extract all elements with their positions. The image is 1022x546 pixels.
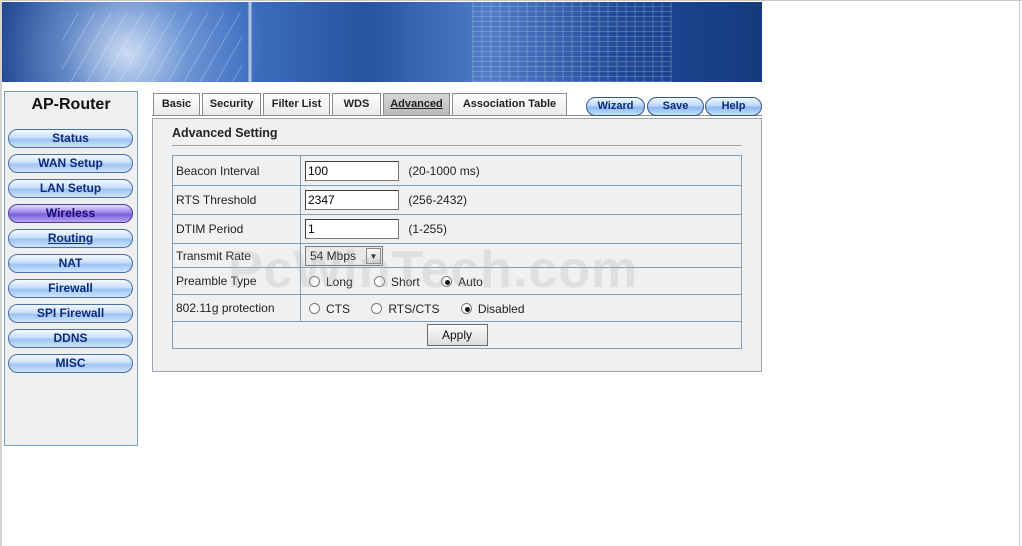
preamble-short-radio[interactable] bbox=[374, 276, 386, 288]
protection-radio-group: CTS RTS/CTS Disabled bbox=[305, 301, 539, 316]
chevron-down-icon[interactable]: ▼ bbox=[366, 247, 381, 264]
dtim-row: DTIM Period (1-255) bbox=[172, 214, 742, 244]
dtim-period-range: (1-255) bbox=[408, 222, 448, 236]
tab-basic[interactable]: Basic bbox=[153, 93, 200, 115]
rts-row: RTS Threshold (256-2432) bbox=[172, 185, 742, 215]
dtim-period-input[interactable] bbox=[305, 219, 399, 239]
protection-cell: CTS RTS/CTS Disabled bbox=[300, 294, 742, 322]
preamble-type-cell: Long Short Auto bbox=[300, 267, 742, 295]
tab-filter-list[interactable]: Filter List bbox=[263, 93, 330, 115]
settings-table: Beacon Interval (20-1000 ms) RTS Thresho… bbox=[172, 155, 742, 349]
sidebar-item-wireless[interactable]: Wireless bbox=[8, 204, 133, 223]
right-border bbox=[1019, 0, 1020, 546]
rts-threshold-input[interactable] bbox=[305, 190, 399, 210]
sidebar-item-misc[interactable]: MISC bbox=[8, 354, 133, 373]
protection-rts-cts-label: RTS/CTS bbox=[388, 301, 440, 316]
rts-threshold-range: (256-2432) bbox=[408, 193, 468, 207]
preamble-type-label: Preamble Type bbox=[172, 267, 301, 295]
protection-disabled-radio[interactable] bbox=[460, 303, 472, 315]
settings-panel: Advanced Setting Beacon Interval (20-100… bbox=[152, 118, 762, 372]
beacon-row: Beacon Interval (20-1000 ms) bbox=[172, 155, 742, 186]
beacon-interval-range: (20-1000 ms) bbox=[408, 163, 480, 178]
dtim-period-label: DTIM Period bbox=[172, 214, 301, 244]
help-button[interactable]: Help bbox=[705, 97, 762, 116]
rts-threshold-cell: (256-2432) bbox=[300, 185, 742, 215]
header-banner bbox=[2, 2, 762, 82]
save-button[interactable]: Save bbox=[647, 97, 704, 116]
banner-lines bbox=[62, 12, 242, 82]
protection-rts-cts-radio[interactable] bbox=[371, 303, 383, 315]
beacon-interval-label: Beacon Interval bbox=[172, 155, 301, 186]
preamble-auto-radio[interactable] bbox=[441, 276, 453, 288]
tab-wds[interactable]: WDS bbox=[332, 93, 381, 115]
banner-grid bbox=[472, 2, 672, 82]
section-divider bbox=[172, 145, 742, 146]
preamble-long-radio[interactable] bbox=[309, 276, 320, 288]
top-border bbox=[0, 0, 1022, 1]
rts-threshold-label: RTS Threshold bbox=[172, 185, 301, 215]
sidebar-item-nat[interactable]: NAT bbox=[8, 254, 133, 273]
transmit-rate-label: Transmit Rate bbox=[172, 243, 301, 268]
sidebar-item-firewall[interactable]: Firewall bbox=[8, 279, 133, 298]
rate-row: Transmit Rate 54 Mbps ▼ bbox=[172, 243, 742, 268]
sidebar-item-wan-setup[interactable]: WAN Setup bbox=[8, 154, 133, 173]
preamble-radio-group: Long Short Auto bbox=[305, 274, 497, 289]
brand-title: AP-Router bbox=[31, 96, 111, 113]
apply-button[interactable]: Apply bbox=[426, 324, 488, 346]
apply-cell: Apply bbox=[172, 321, 742, 349]
section-title: Advanced Setting bbox=[172, 126, 278, 140]
tab-association-table[interactable]: Association Table bbox=[452, 93, 567, 115]
wizard-button[interactable]: Wizard bbox=[586, 97, 645, 116]
transmit-rate-select[interactable]: 54 Mbps ▼ bbox=[305, 245, 383, 266]
preamble-short-label: Short bbox=[391, 274, 420, 289]
sidebar-item-spi-firewall[interactable]: SPI Firewall bbox=[8, 304, 133, 323]
banner-light-beam bbox=[248, 2, 252, 82]
tab-advanced[interactable]: Advanced bbox=[383, 93, 450, 115]
protection-label: 802.11g protection bbox=[172, 294, 301, 322]
transmit-rate-cell: 54 Mbps ▼ bbox=[300, 243, 742, 268]
preamble-auto-label: Auto bbox=[458, 274, 483, 289]
beacon-interval-input[interactable] bbox=[305, 160, 399, 181]
preamble-long-label: Long bbox=[326, 274, 353, 289]
sidebar-item-ddns[interactable]: DDNS bbox=[8, 329, 133, 348]
sidebar-item-lan-setup[interactable]: LAN Setup bbox=[8, 179, 133, 198]
apply-row: Apply bbox=[172, 321, 742, 349]
sidebar-item-routing[interactable]: Routing bbox=[8, 229, 133, 248]
protection-disabled-label: Disabled bbox=[477, 301, 525, 316]
side-navigation: AP-Router Status WAN Setup LAN Setup Wir… bbox=[4, 91, 138, 446]
sidebar-item-status[interactable]: Status bbox=[8, 129, 133, 148]
beacon-interval-cell: (20-1000 ms) bbox=[300, 155, 742, 186]
transmit-rate-value: 54 Mbps bbox=[310, 248, 357, 263]
protection-cts-label: CTS bbox=[326, 301, 350, 316]
tab-security[interactable]: Security bbox=[202, 93, 261, 115]
protection-row: 802.11g protection CTS RTS/CTS Disabled bbox=[172, 294, 742, 322]
preamble-row: Preamble Type Long Short Auto bbox=[172, 267, 742, 295]
protection-cts-radio[interactable] bbox=[309, 303, 320, 315]
dtim-period-cell: (1-255) bbox=[300, 214, 742, 244]
